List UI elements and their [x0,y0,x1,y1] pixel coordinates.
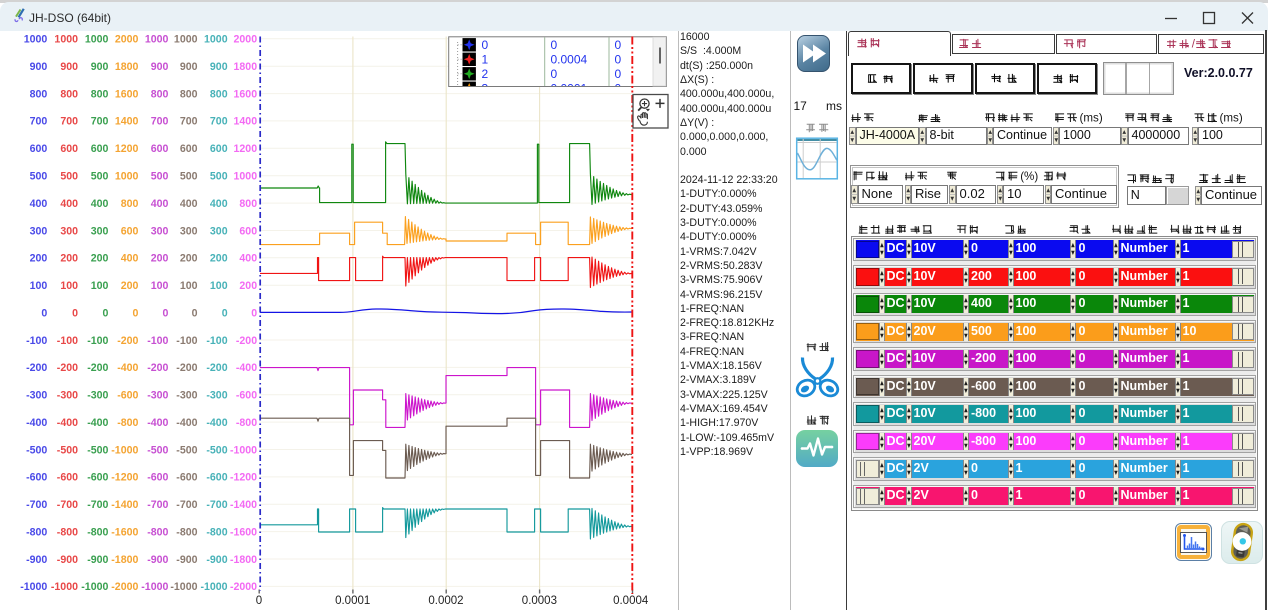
svg-text:/: / [1192,38,1196,51]
svg-text:(%): (%) [1020,170,1038,183]
svg-text:(ms): (ms) [1220,112,1243,125]
svg-text:(ms): (ms) [1080,112,1103,125]
